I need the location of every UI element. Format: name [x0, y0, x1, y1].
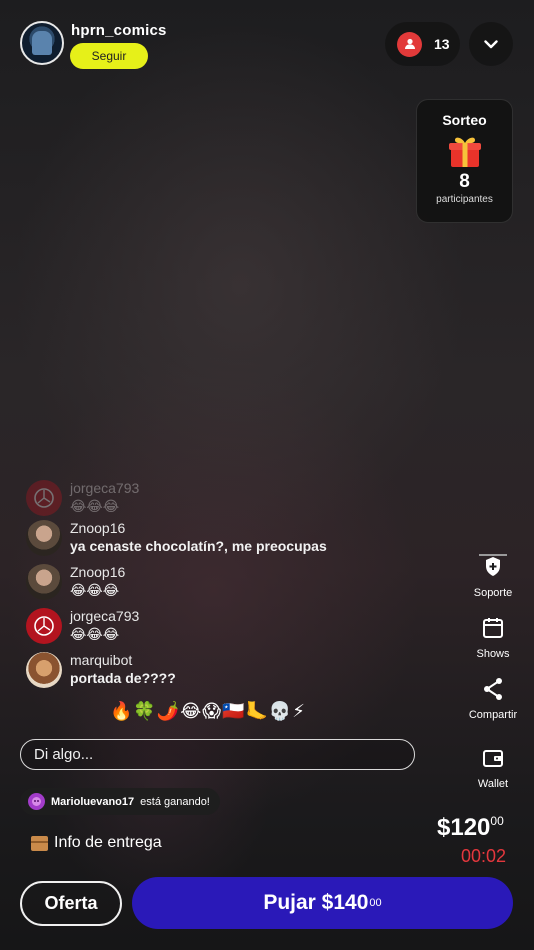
- wallet-icon: [455, 744, 531, 772]
- chat-message: Znoop16 😂😂😂: [26, 564, 125, 600]
- chat-username[interactable]: Znoop16: [70, 564, 125, 581]
- share-label: Compartir: [468, 709, 518, 721]
- chat-text: portada de????: [70, 670, 176, 686]
- user-avatar[interactable]: [26, 480, 62, 516]
- price-main: $120: [437, 814, 491, 841]
- package-icon: [31, 835, 48, 851]
- chevron-down-icon: [484, 39, 498, 48]
- chat-text: 😂😂😂: [70, 498, 120, 514]
- giveaway-card[interactable]: Sorteo 8 participantes: [416, 99, 513, 223]
- share-icon: [455, 675, 531, 703]
- price-cents: 00: [490, 814, 504, 828]
- wallet-label: Wallet: [477, 778, 509, 790]
- chat-username[interactable]: marquibot: [70, 652, 176, 669]
- bid-label: Pujar $140: [263, 891, 369, 914]
- follow-button[interactable]: Seguir: [70, 43, 148, 69]
- chat-message: jorgeca793 😂😂😂: [26, 480, 139, 516]
- chat-message: marquibot portada de????: [26, 652, 176, 688]
- chat-text: 😂😂😂: [70, 582, 120, 598]
- chat-username[interactable]: jorgeca793: [70, 480, 139, 497]
- giveaway-title: Sorteo: [442, 112, 487, 128]
- support-button[interactable]: Soporte: [455, 553, 531, 599]
- quick-emoji-bar[interactable]: 🔥🍀🌶️😂😱🇨🇱🦶💀⚡: [110, 701, 306, 722]
- giveaway-count: 8: [459, 171, 470, 192]
- user-avatar[interactable]: [26, 520, 62, 556]
- chat-text: 😂😂😂: [70, 626, 120, 642]
- share-button[interactable]: Compartir: [455, 675, 531, 721]
- streamer-avatar[interactable]: [20, 21, 64, 65]
- winner-name: Marioluevano17: [51, 795, 135, 808]
- chat-input[interactable]: [20, 739, 415, 770]
- user-avatar[interactable]: [26, 608, 62, 644]
- delivery-info-link[interactable]: Info de entrega: [31, 834, 162, 852]
- chat-message: Znoop16 ya cenaste chocolatín?, me preoc…: [26, 520, 327, 556]
- offer-button[interactable]: Oferta: [20, 881, 122, 926]
- calendar-icon: [455, 614, 531, 642]
- user-avatar[interactable]: [26, 564, 62, 600]
- user-avatar[interactable]: [26, 652, 62, 688]
- user-icon: [397, 31, 422, 57]
- winner-avatar: [28, 793, 45, 810]
- current-price: $12000: [437, 814, 504, 842]
- viewer-count-badge[interactable]: 13: [385, 22, 460, 66]
- shows-label: Shows: [476, 648, 510, 660]
- gift-icon: [417, 133, 512, 169]
- bid-cents: 00: [369, 897, 382, 909]
- chat-username[interactable]: jorgeca793: [70, 608, 139, 625]
- chat-text: ya cenaste chocolatín?, me preocupas: [70, 538, 327, 554]
- support-label: Soporte: [473, 587, 513, 599]
- viewer-count: 13: [434, 36, 450, 52]
- streamer-name[interactable]: hprn_comics: [71, 22, 167, 39]
- delivery-label: Info de entrega: [54, 834, 162, 851]
- wallet-button[interactable]: Wallet: [455, 744, 531, 790]
- winning-bidder-badge: Marioluevano17 está ganando!: [20, 788, 220, 815]
- collapse-button[interactable]: [469, 22, 513, 66]
- chat-message: jorgeca793 😂😂😂: [26, 608, 139, 644]
- bid-button[interactable]: Pujar $140 00: [132, 877, 513, 929]
- giveaway-label: participantes: [436, 194, 493, 205]
- auction-timer: 00:02: [461, 846, 507, 866]
- shows-button[interactable]: Shows: [455, 614, 531, 660]
- winner-status: está ganando!: [140, 795, 210, 808]
- shield-plus-icon: [455, 553, 531, 581]
- chat-username[interactable]: Znoop16: [70, 520, 327, 537]
